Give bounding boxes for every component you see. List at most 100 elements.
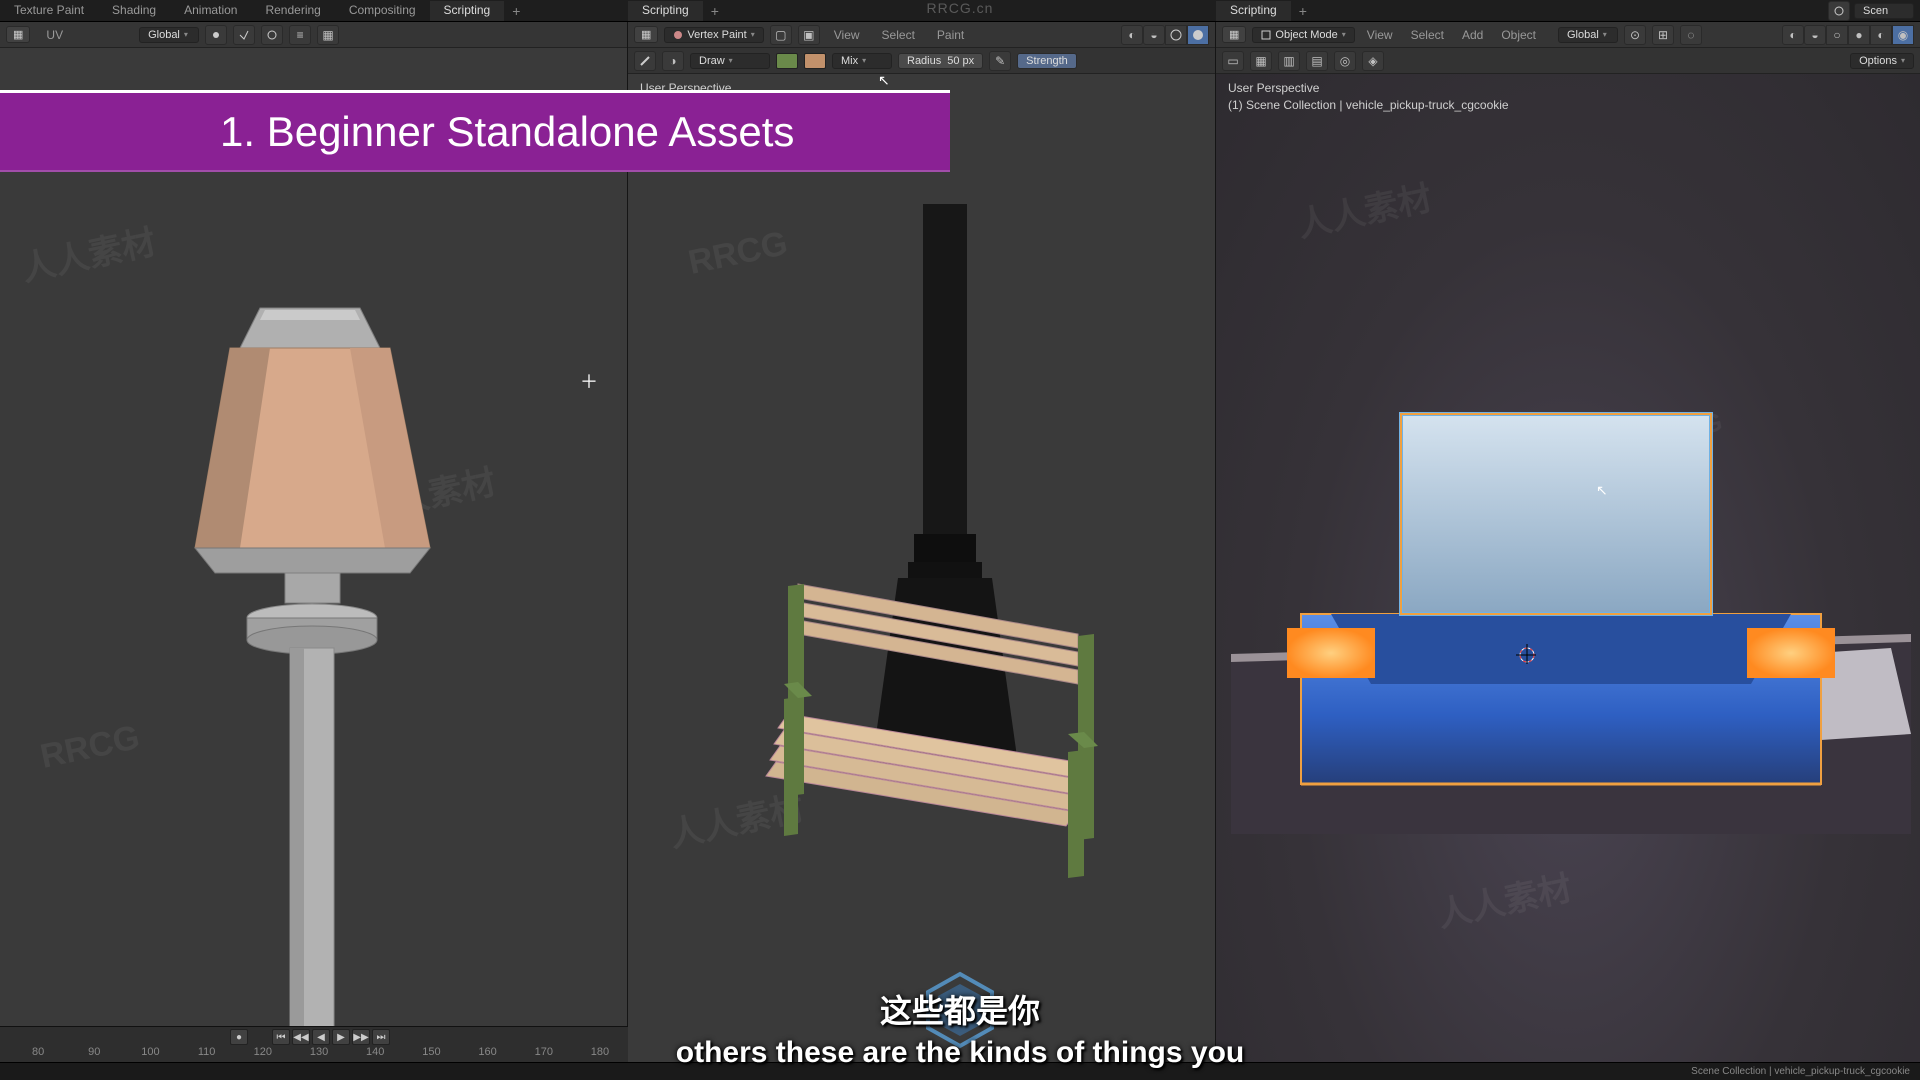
color-secondary[interactable] — [804, 53, 826, 69]
play-rev-icon[interactable]: ◀ — [312, 1029, 330, 1045]
menu-object-right[interactable]: Object — [1495, 27, 1542, 43]
blend-select[interactable]: Mix▾ — [832, 53, 892, 69]
viewport-right[interactable]: User Perspective (1) Scene Collection | … — [1216, 74, 1920, 1062]
tick: 90 — [66, 1046, 122, 1062]
statusbar-collection: Scene Collection | vehicle_pickup-truck_… — [1691, 1066, 1910, 1077]
editor-type-left[interactable]: ▦ — [6, 26, 30, 43]
timeline-ticks: 80 90 100 110 120 130 140 150 160 170 18… — [0, 1046, 628, 1062]
shading-solid-icon[interactable] — [1187, 25, 1209, 45]
vertex-paint-icon — [673, 30, 683, 40]
tab-animation[interactable]: Animation — [170, 1, 251, 21]
jump-start-icon[interactable]: ⏮ — [272, 1029, 290, 1045]
tick: 140 — [347, 1046, 403, 1062]
tab-texture-paint[interactable]: Texture Paint — [0, 1, 98, 21]
strength-input[interactable]: Strength — [1017, 53, 1077, 69]
shading-matprev-r-icon[interactable]: ◐ — [1870, 25, 1892, 45]
tick: 80 — [10, 1046, 66, 1062]
pressure-radius-icon[interactable]: ✎ — [989, 51, 1011, 71]
menu-view-right[interactable]: View — [1361, 27, 1399, 43]
playback-controls: ● ⏮ ◀◀ ◀ ▶ ▶▶ ⏭ — [230, 1029, 390, 1045]
overlay2-icon[interactable]: ◒ — [1143, 25, 1165, 45]
panel-left: ▦ UV Global▾ ≡ ▦ 人人素材 人人素材 RRCG — [0, 22, 628, 1062]
tool-a-icon[interactable]: ≡ — [289, 25, 311, 45]
tick: 100 — [122, 1046, 178, 1062]
overlay-icon[interactable]: ◐ — [1121, 25, 1143, 45]
pivot-right-icon[interactable]: ⊙ — [1624, 25, 1646, 45]
color-primary[interactable] — [776, 53, 798, 69]
scene-selector[interactable]: Scen — [1854, 3, 1914, 19]
radius-value: 50 px — [947, 55, 974, 67]
options-dropdown[interactable]: Options▾ — [1850, 53, 1914, 69]
gizmo-3-icon[interactable]: ▤ — [1306, 51, 1328, 71]
gizmo-4-icon[interactable]: ◎ — [1334, 51, 1356, 71]
menu-select-right[interactable]: Select — [1405, 27, 1450, 43]
tool-select-icon[interactable]: ▭ — [1222, 51, 1244, 71]
menu-select-mid[interactable]: Select — [874, 27, 923, 43]
shading-rendered-r-icon[interactable]: ◉ — [1892, 25, 1914, 45]
toggle-a-icon[interactable]: ▢ — [770, 25, 792, 45]
brush-icon[interactable] — [634, 51, 656, 71]
tab-add-right[interactable]: + — [1291, 1, 1315, 21]
status-bar: Scene Collection | vehicle_pickup-truck_… — [0, 1062, 1920, 1080]
mode-label-right: Object Mode — [1275, 29, 1337, 41]
tick: 170 — [516, 1046, 572, 1062]
play-icon[interactable]: ▶ — [332, 1029, 350, 1045]
menu-view-mid[interactable]: View — [826, 27, 868, 43]
next-key-icon[interactable]: ▶▶ — [352, 1029, 370, 1045]
tab-add-left[interactable]: + — [504, 1, 528, 21]
tab-scripting-right[interactable]: Scripting — [1216, 1, 1291, 21]
brush-label: Draw — [699, 55, 725, 67]
panels-container: ▦ UV Global▾ ≡ ▦ 人人素材 人人素材 RRCG — [0, 22, 1920, 1062]
radius-input[interactable]: Radius 50 px — [898, 53, 983, 69]
mode-select-right[interactable]: Object Mode ▾ — [1252, 27, 1354, 43]
viewport-mid[interactable]: User Perspective (1) bench_cgcookie ↖ RR… — [628, 74, 1215, 1062]
texture-icon[interactable]: ◑ — [662, 51, 684, 71]
blend-label: Mix — [841, 55, 858, 67]
tick: 160 — [460, 1046, 516, 1062]
snap-right-icon[interactable]: ⊞ — [1652, 25, 1674, 45]
tab-rendering[interactable]: Rendering — [251, 1, 334, 21]
timeline[interactable]: ● ⏮ ◀◀ ◀ ▶ ▶▶ ⏭ 80 90 100 110 120 130 14… — [0, 1026, 628, 1062]
gizmo-5-icon[interactable]: ◈ — [1362, 51, 1384, 71]
toggle-b-icon[interactable]: ▣ — [798, 25, 820, 45]
overlay-r2-icon[interactable]: ◒ — [1804, 25, 1826, 45]
shading-wire-icon[interactable] — [1165, 25, 1187, 45]
orientation-label-left: Global — [148, 29, 180, 41]
shading-solid-r-icon[interactable]: ● — [1848, 25, 1870, 45]
tab-scripting-mid[interactable]: Scripting — [628, 1, 703, 21]
orientation-select-left[interactable]: Global▾ — [139, 27, 199, 43]
tool-b-icon[interactable]: ▦ — [317, 25, 339, 45]
editor-type-mid[interactable]: ▦ — [634, 26, 658, 43]
menu-paint-mid[interactable]: Paint — [929, 27, 972, 43]
orientation-select-right[interactable]: Global▾ — [1558, 27, 1618, 43]
menu-add-right[interactable]: Add — [1456, 27, 1489, 43]
jump-end-icon[interactable]: ⏭ — [372, 1029, 390, 1045]
options-label: Options — [1859, 55, 1897, 67]
proportional-left-icon[interactable] — [261, 25, 283, 45]
tab-scripting-left[interactable]: Scripting — [430, 1, 505, 21]
pivot-icon[interactable] — [205, 25, 227, 45]
tick: 180 — [572, 1046, 628, 1062]
proportional-icon[interactable]: ◌ — [1680, 25, 1702, 45]
rrcg-logo: R — [920, 970, 1000, 1050]
tab-shading[interactable]: Shading — [98, 1, 170, 21]
menu-uv[interactable]: UV — [36, 27, 73, 43]
snap-icon[interactable] — [233, 25, 255, 45]
tab-add-mid[interactable]: + — [703, 1, 727, 21]
tick: 150 — [403, 1046, 459, 1062]
auto-key-icon[interactable]: ● — [230, 1029, 248, 1045]
watermark: 人人素材 — [1292, 170, 1435, 246]
editor-type-right[interactable]: ▦ — [1222, 26, 1246, 43]
shading-wire-r-icon[interactable]: ○ — [1826, 25, 1848, 45]
prev-key-icon[interactable]: ◀◀ — [292, 1029, 310, 1045]
object-mode-icon — [1261, 30, 1271, 40]
gizmo-1-icon[interactable]: ▦ — [1250, 51, 1272, 71]
overlay-r-icon[interactable]: ◐ — [1782, 25, 1804, 45]
scene-dropdown-icon[interactable] — [1828, 1, 1850, 21]
mode-select-mid[interactable]: Vertex Paint ▾ — [664, 27, 763, 43]
3d-cursor-icon — [1516, 644, 1536, 664]
tab-compositing[interactable]: Compositing — [335, 1, 430, 21]
brush-select[interactable]: Draw▾ — [690, 53, 770, 69]
gizmo-2-icon[interactable]: ▥ — [1278, 51, 1300, 71]
viewport-left[interactable]: 人人素材 人人素材 RRCG — [0, 48, 627, 1062]
